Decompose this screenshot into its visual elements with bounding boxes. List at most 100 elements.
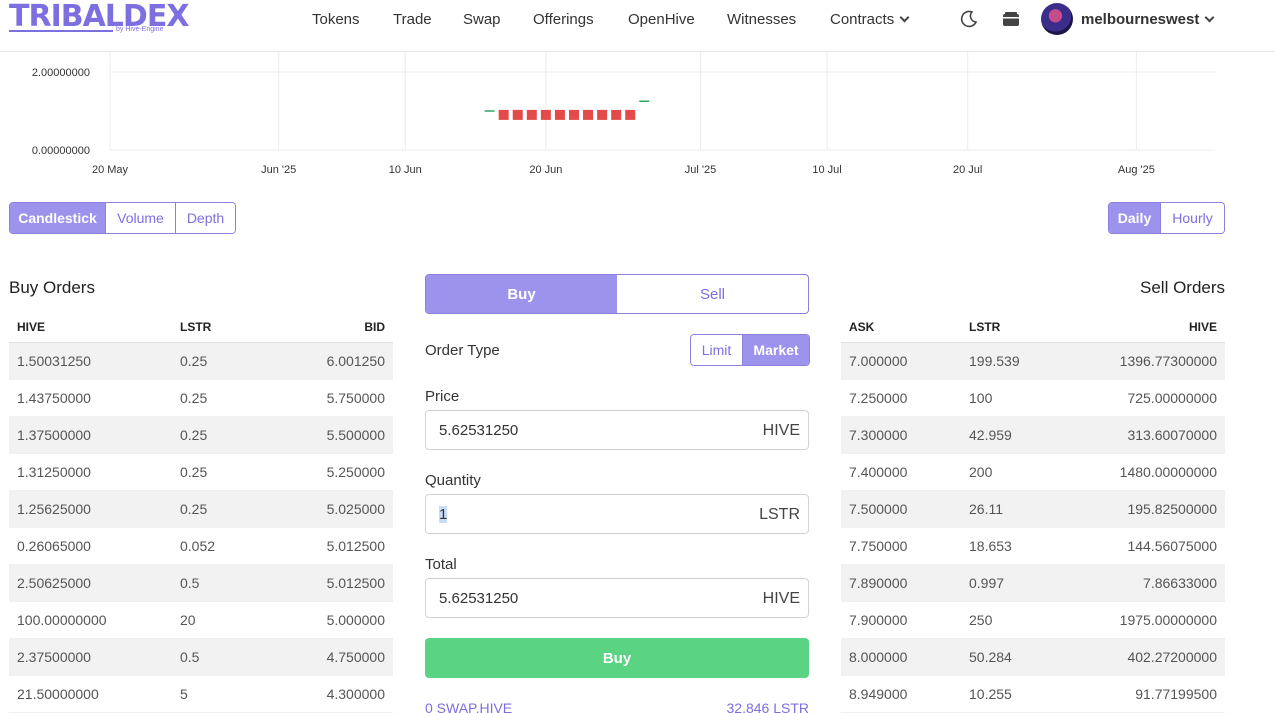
- table-row[interactable]: 100.00000000 20 5.000000: [9, 602, 393, 639]
- logo-subtitle: by Hive-Engine: [116, 26, 164, 33]
- price-chart[interactable]: 20 May Jun '25 10 Jun 20 Jun Jul '25 10 Jul 20…: [0, 52, 1275, 182]
- price-field[interactable]: 5.62531250 HIVE: [425, 410, 809, 450]
- buy-orders-title: Buy Orders: [9, 278, 95, 297]
- depth-button[interactable]: Depth: [176, 203, 235, 233]
- table-cell: 0.997: [969, 575, 1005, 591]
- table-cell: 2.37500000: [17, 649, 91, 665]
- quantity-unit: LSTR: [759, 506, 800, 523]
- nav-contracts-label: Contracts: [830, 11, 895, 28]
- wallet-icon[interactable]: [1000, 8, 1022, 30]
- x-tick-label: 20 May: [92, 164, 129, 176]
- hourly-button[interactable]: Hourly: [1161, 203, 1224, 233]
- nav-contracts[interactable]: Contracts: [830, 11, 910, 28]
- table-cell: 0.25: [180, 464, 208, 480]
- order-type-toggle: Limit Market: [690, 334, 810, 366]
- y-tick-label: 0.00000000: [32, 145, 90, 157]
- total-label: Total: [425, 556, 457, 573]
- market-button[interactable]: Market: [743, 335, 809, 365]
- tab-buy[interactable]: Buy: [426, 275, 617, 313]
- table-row[interactable]: 1.25625000 0.25 5.025000: [9, 491, 393, 528]
- nav-tokens[interactable]: Tokens: [312, 11, 360, 28]
- candle: [554, 109, 565, 120]
- table-row[interactable]: 8.949000 10.255 91.77199500: [841, 676, 1225, 713]
- total-field[interactable]: 5.62531250 HIVE: [425, 578, 809, 618]
- tab-sell[interactable]: Sell: [617, 275, 808, 313]
- candle: [625, 109, 636, 120]
- table-cell: 1.31250000: [17, 464, 91, 480]
- table-cell: 5: [180, 686, 188, 702]
- lstr-balance[interactable]: 32.846 LSTR: [727, 700, 810, 713]
- table-cell: 91.77199500: [1135, 686, 1217, 702]
- table-row[interactable]: 8.000000 50.284 402.27200000: [841, 639, 1225, 676]
- table-cell: 5.012500: [326, 575, 385, 591]
- table-row[interactable]: 7.750000 18.653 144.56075000: [841, 528, 1225, 565]
- interval-toggle: Daily Hourly: [1108, 202, 1225, 234]
- table-row[interactable]: 2.37500000 0.5 4.750000: [9, 639, 393, 676]
- candlestick-button[interactable]: Candlestick: [10, 203, 106, 233]
- table-cell: 250: [969, 612, 993, 628]
- table-row[interactable]: 7.500000 26.11 195.82500000: [841, 491, 1225, 528]
- table-row[interactable]: 1.43750000 0.25 5.750000: [9, 380, 393, 417]
- x-tick-label: 20 Jul: [953, 164, 982, 176]
- username: melbourneswest: [1081, 11, 1200, 28]
- table-cell: 199.539: [969, 353, 1020, 369]
- chevron-down-icon: [1204, 12, 1215, 23]
- table-cell: 7.750000: [849, 538, 908, 554]
- table-cell: 8.949000: [849, 686, 908, 702]
- total-value: 5.62531250: [439, 590, 519, 607]
- buy-orders-rows: 1.50031250 0.25 6.001250 1.43750000 0.25 5.75…: [9, 343, 393, 713]
- table-cell: 0.25: [180, 353, 208, 369]
- table-row[interactable]: 1.50031250 0.25 6.001250: [9, 343, 393, 380]
- table-row[interactable]: 7.250000 100 725.00000000: [841, 380, 1225, 417]
- quantity-field[interactable]: 1 LSTR: [425, 494, 809, 534]
- x-tick-label: 10 Jul: [812, 164, 841, 176]
- x-tick-label: Jun '25: [261, 164, 296, 176]
- top-navbar: TRIBALDEX by Hive-Engine Tokens Trade Sw…: [0, 0, 1275, 52]
- table-cell: 5.000000: [326, 612, 385, 628]
- table-cell: 7.000000: [849, 353, 908, 369]
- sell-orders-title: Sell Orders: [1140, 278, 1226, 297]
- table-row[interactable]: 1.31250000 0.25 5.250000: [9, 454, 393, 491]
- volume-button[interactable]: Volume: [106, 203, 176, 233]
- avatar[interactable]: [1041, 3, 1073, 35]
- nav-offerings[interactable]: Offerings: [533, 11, 594, 28]
- table-cell: 20: [180, 612, 196, 628]
- table-cell: 6.001250: [326, 353, 385, 369]
- logo[interactable]: TRIBALDEX by Hive-Engine: [9, 0, 189, 40]
- table-row[interactable]: 7.300000 42.959 313.60070000: [841, 417, 1225, 454]
- table-row[interactable]: 7.890000 0.997 7.86633000: [841, 565, 1225, 602]
- table-row[interactable]: 7.900000 250 1975.00000000: [841, 602, 1225, 639]
- x-tick-label: 20 Jun: [529, 164, 562, 176]
- table-cell: 8.000000: [849, 649, 908, 665]
- table-cell: 21.50000000: [17, 686, 99, 702]
- hive-balance[interactable]: 0 SWAP.HIVE: [425, 700, 512, 713]
- nav-witnesses[interactable]: Witnesses: [727, 11, 796, 28]
- nav-openhive[interactable]: OpenHive: [628, 11, 695, 28]
- table-row[interactable]: 21.50000000 5 4.300000: [9, 676, 393, 713]
- x-tick-label: Aug '25: [1118, 164, 1155, 176]
- total-unit: HIVE: [762, 590, 800, 607]
- table-row[interactable]: 0.26065000 0.052 5.012500: [9, 528, 393, 565]
- limit-button[interactable]: Limit: [691, 335, 743, 365]
- table-cell: 195.82500000: [1127, 501, 1217, 517]
- candle: [568, 109, 579, 120]
- table-cell: 1.25625000: [17, 501, 91, 517]
- table-row[interactable]: 7.000000 199.539 1396.77300000: [841, 343, 1225, 380]
- column-header: ASK: [849, 320, 875, 334]
- daily-button[interactable]: Daily: [1109, 203, 1161, 233]
- buy-submit-button[interactable]: Buy: [425, 638, 809, 678]
- table-cell: 26.11: [969, 501, 1003, 517]
- moon-icon[interactable]: [958, 8, 980, 30]
- table-row[interactable]: 2.50625000 0.5 5.012500: [9, 565, 393, 602]
- column-header: LSTR: [180, 320, 212, 334]
- table-row[interactable]: 1.37500000 0.25 5.500000: [9, 417, 393, 454]
- nav-trade[interactable]: Trade: [393, 11, 432, 28]
- nav-swap[interactable]: Swap: [463, 11, 501, 28]
- candle: [540, 109, 551, 120]
- table-row[interactable]: 7.400000 200 1480.00000000: [841, 454, 1225, 491]
- table-cell: 2.50625000: [17, 575, 91, 591]
- user-menu[interactable]: melbourneswest: [1081, 11, 1215, 28]
- table-cell: 0.5: [180, 575, 200, 591]
- quantity-value: 1: [439, 506, 448, 523]
- table-cell: 200: [969, 464, 993, 480]
